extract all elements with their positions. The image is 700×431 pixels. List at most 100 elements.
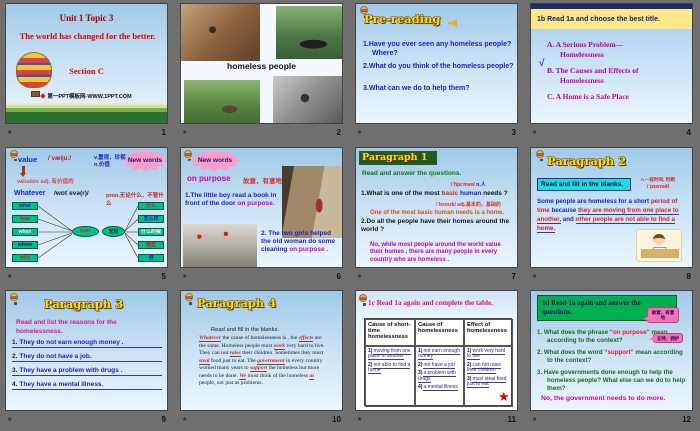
cloze-text: the cause of homelessness is , the xyxy=(221,335,299,342)
ppt-logo-icon xyxy=(40,93,47,99)
slide-number: 2 xyxy=(336,128,341,137)
fill-government: government xyxy=(257,357,285,365)
cloze-text-b: because xyxy=(549,206,578,214)
ppt-site-footer: 第一PPT模板网-WWW.1PPT.COM xyxy=(6,92,167,100)
entry-text: must steal food just to eat xyxy=(467,375,507,389)
slide-12-meta: ★ 12 xyxy=(530,412,693,427)
entry-text: not able to find a home xyxy=(368,361,411,375)
slide-6-cell: New words on purpose 故意，有意地 1.The little… xyxy=(175,144,350,288)
q2-text-a: 2. What does the word xyxy=(537,349,605,357)
slide-10-thumbnail[interactable]: Paragraph 4 Read and fill in the blanks.… xyxy=(180,290,343,412)
meaning-zenmeyang: 怎么样 xyxy=(138,214,164,224)
meaning-shenme: 什么 xyxy=(138,201,164,211)
mini-balloon-icon xyxy=(359,294,367,306)
photos-caption: homeless people xyxy=(227,61,296,71)
fill-whatever: Whatever xyxy=(199,335,222,343)
mini-balloon-icon xyxy=(10,293,18,305)
pre-reading-question-1: 1.Have you ever seen any homeless people… xyxy=(363,41,512,58)
photo-person-in-field xyxy=(184,80,260,123)
reason-1: 1. They do not earn enough money . xyxy=(12,339,162,349)
animation-star-icon: ★ xyxy=(532,273,538,280)
table-entry: 2)can not raise their children xyxy=(467,361,510,375)
animation-star-icon: ★ xyxy=(357,130,363,136)
sentence-2-highlight: on purpose . xyxy=(289,246,329,254)
slide-7-meta: ★ 7 xyxy=(355,269,518,284)
slide-9-thumbnail[interactable]: Paragraph 3 Read and list the reasons fo… xyxy=(5,290,168,412)
section-title: Section C xyxy=(69,66,104,76)
photo-person-on-bench xyxy=(276,6,342,59)
paragraph-4-cloze: Whatever the cause of homelessness is , … xyxy=(199,335,329,388)
fill-effects: effects xyxy=(298,335,314,343)
column-header-short-time-cause: Cause of short-time homelessness xyxy=(365,319,415,347)
animation-star-icon: ★ xyxy=(7,130,13,136)
q2-support-highlight: “support” xyxy=(604,349,634,357)
list-reasons-instruction: Read and list the reasons for the homele… xyxy=(16,319,117,335)
red-star-icon: ★ xyxy=(498,389,510,405)
title-option-c: C. A Home is a Safe Place xyxy=(547,92,629,101)
unit-topic-title: Unit 1 Topic 3 xyxy=(59,13,114,23)
meaning-shenmeshihou: 什么时候 xyxy=(138,227,164,237)
slide-7-thumbnail[interactable]: Paragraph 1 Read and answer the question… xyxy=(355,146,518,268)
period-annotation: n.一段时间; 时期 xyxy=(641,176,675,182)
mini-balloon-icon xyxy=(536,149,544,162)
sentence-1-highlight: on purpose. xyxy=(237,200,275,208)
table-entry: 1)work very hard to live xyxy=(467,347,510,361)
fill-steal: steal xyxy=(199,357,210,365)
slide-12-cell: 1d Read 1a again and answer the question… xyxy=(525,287,700,431)
slide-number: 11 xyxy=(507,415,516,425)
paragraph-4-title: Paragraph 4 xyxy=(197,296,277,311)
pre-reading-question-3: 3.What can we do to help them? xyxy=(363,85,470,92)
paragraph-3-title: Paragraph 3 xyxy=(44,297,124,312)
wh-word-what: what xyxy=(12,201,38,211)
read-answer-instruction: Read and answer the questions. xyxy=(362,169,462,177)
animation-star-icon: ★ xyxy=(7,273,13,280)
photo-homeless-group xyxy=(273,76,342,123)
fill-support: support xyxy=(249,365,268,373)
q1-text-a: 1. What does the phrase xyxy=(537,329,610,337)
human-meaning: n.人 xyxy=(476,181,486,188)
slide-6-meta: ★ 6 xyxy=(180,269,343,284)
slide-10-cell: Paragraph 4 Read and fill in the blanks.… xyxy=(175,287,350,431)
reason-4: 4. They have a mental illness. xyxy=(12,381,162,391)
slide-3-thumbnail[interactable]: Pre-reading 1.Have you ever seen any hom… xyxy=(355,3,518,124)
human-annotation: /ˈhjuːmən/ n.人 xyxy=(451,181,486,188)
slide-4-thumbnail[interactable]: 1b Read 1a and choose the best title. √ … xyxy=(530,3,693,124)
slide-6-thumbnail[interactable]: New words on purpose 故意，有意地 1.The little… xyxy=(180,146,343,268)
footer-text: 第一PPT模板网-WWW.1PPT.COM xyxy=(47,94,132,100)
on-purpose-meaning: 故意，有意地 xyxy=(243,177,282,185)
slide-12-thumbnail[interactable]: 1d Read 1a again and answer the question… xyxy=(530,290,693,412)
slide-7-cell: Paragraph 1 Read and answer the question… xyxy=(350,144,525,288)
pre-reading-question-2: 2.What do you think of the homeless peop… xyxy=(363,63,514,70)
slide-8-thumbnail[interactable]: Paragraph 2 Read and fill in the blanks.… xyxy=(530,146,693,268)
cartoon-desk xyxy=(641,248,679,258)
entry-number: 2) xyxy=(418,361,423,368)
speaker-icon xyxy=(448,19,457,27)
slide-number: 5 xyxy=(161,271,166,281)
slide-3-meta: ★ 3 xyxy=(355,125,518,140)
slide-11-thumbnail[interactable]: 1c Read 1a again and complete the table.… xyxy=(355,290,518,412)
reason-3-number: 3. xyxy=(12,367,18,375)
slide-1-thumbnail[interactable]: Unit 1 Topic 3 The world has changed for… xyxy=(5,3,168,124)
slide-grid: Unit 1 Topic 3 The world has changed for… xyxy=(0,0,700,431)
slide-number: 6 xyxy=(336,271,341,281)
slide-8-cell: Paragraph 2 Read and fill in the blanks.… xyxy=(525,144,700,288)
title-option-b: B. The Causes and Effects of Homelessnes… xyxy=(547,66,639,85)
example-sentence-1: 1.The little boy read a book in front of… xyxy=(185,192,279,209)
slide-1-meta: ★ 1 xyxy=(5,125,168,140)
paragraph-2-title: Paragraph 2 xyxy=(547,153,627,168)
animation-star-icon: ★ xyxy=(357,417,363,424)
slide-number: 7 xyxy=(511,271,516,281)
reason-1-text: They do not earn enough money . xyxy=(19,339,124,347)
slide-9-cell: Paragraph 3 Read and list the reasons fo… xyxy=(0,287,175,431)
answer-3: No, the government needs to do more. xyxy=(541,395,666,403)
slide-2-thumbnail[interactable]: homeless people xyxy=(180,3,343,124)
reason-2-text: They do not have a job. xyxy=(19,353,92,361)
table-entry: 1)moving from one place to another xyxy=(368,347,412,361)
cause-cell: 1)not earn enough money 2)not have a job… xyxy=(415,346,464,408)
support-meaning-bubble: 支持，拥护 xyxy=(649,333,683,344)
photo-children-in-rubble xyxy=(181,4,260,61)
slide-5-thumbnail[interactable]: New words value /ˈvælju:/ v.重视，珍视 n.价值 va… xyxy=(5,146,168,268)
entry-text: not earn enough money xyxy=(418,347,460,361)
fill-blanks-instruction: Read and fill in the blanks. xyxy=(211,327,279,334)
slide-2-cell: homeless people ★ 2 xyxy=(175,0,350,144)
